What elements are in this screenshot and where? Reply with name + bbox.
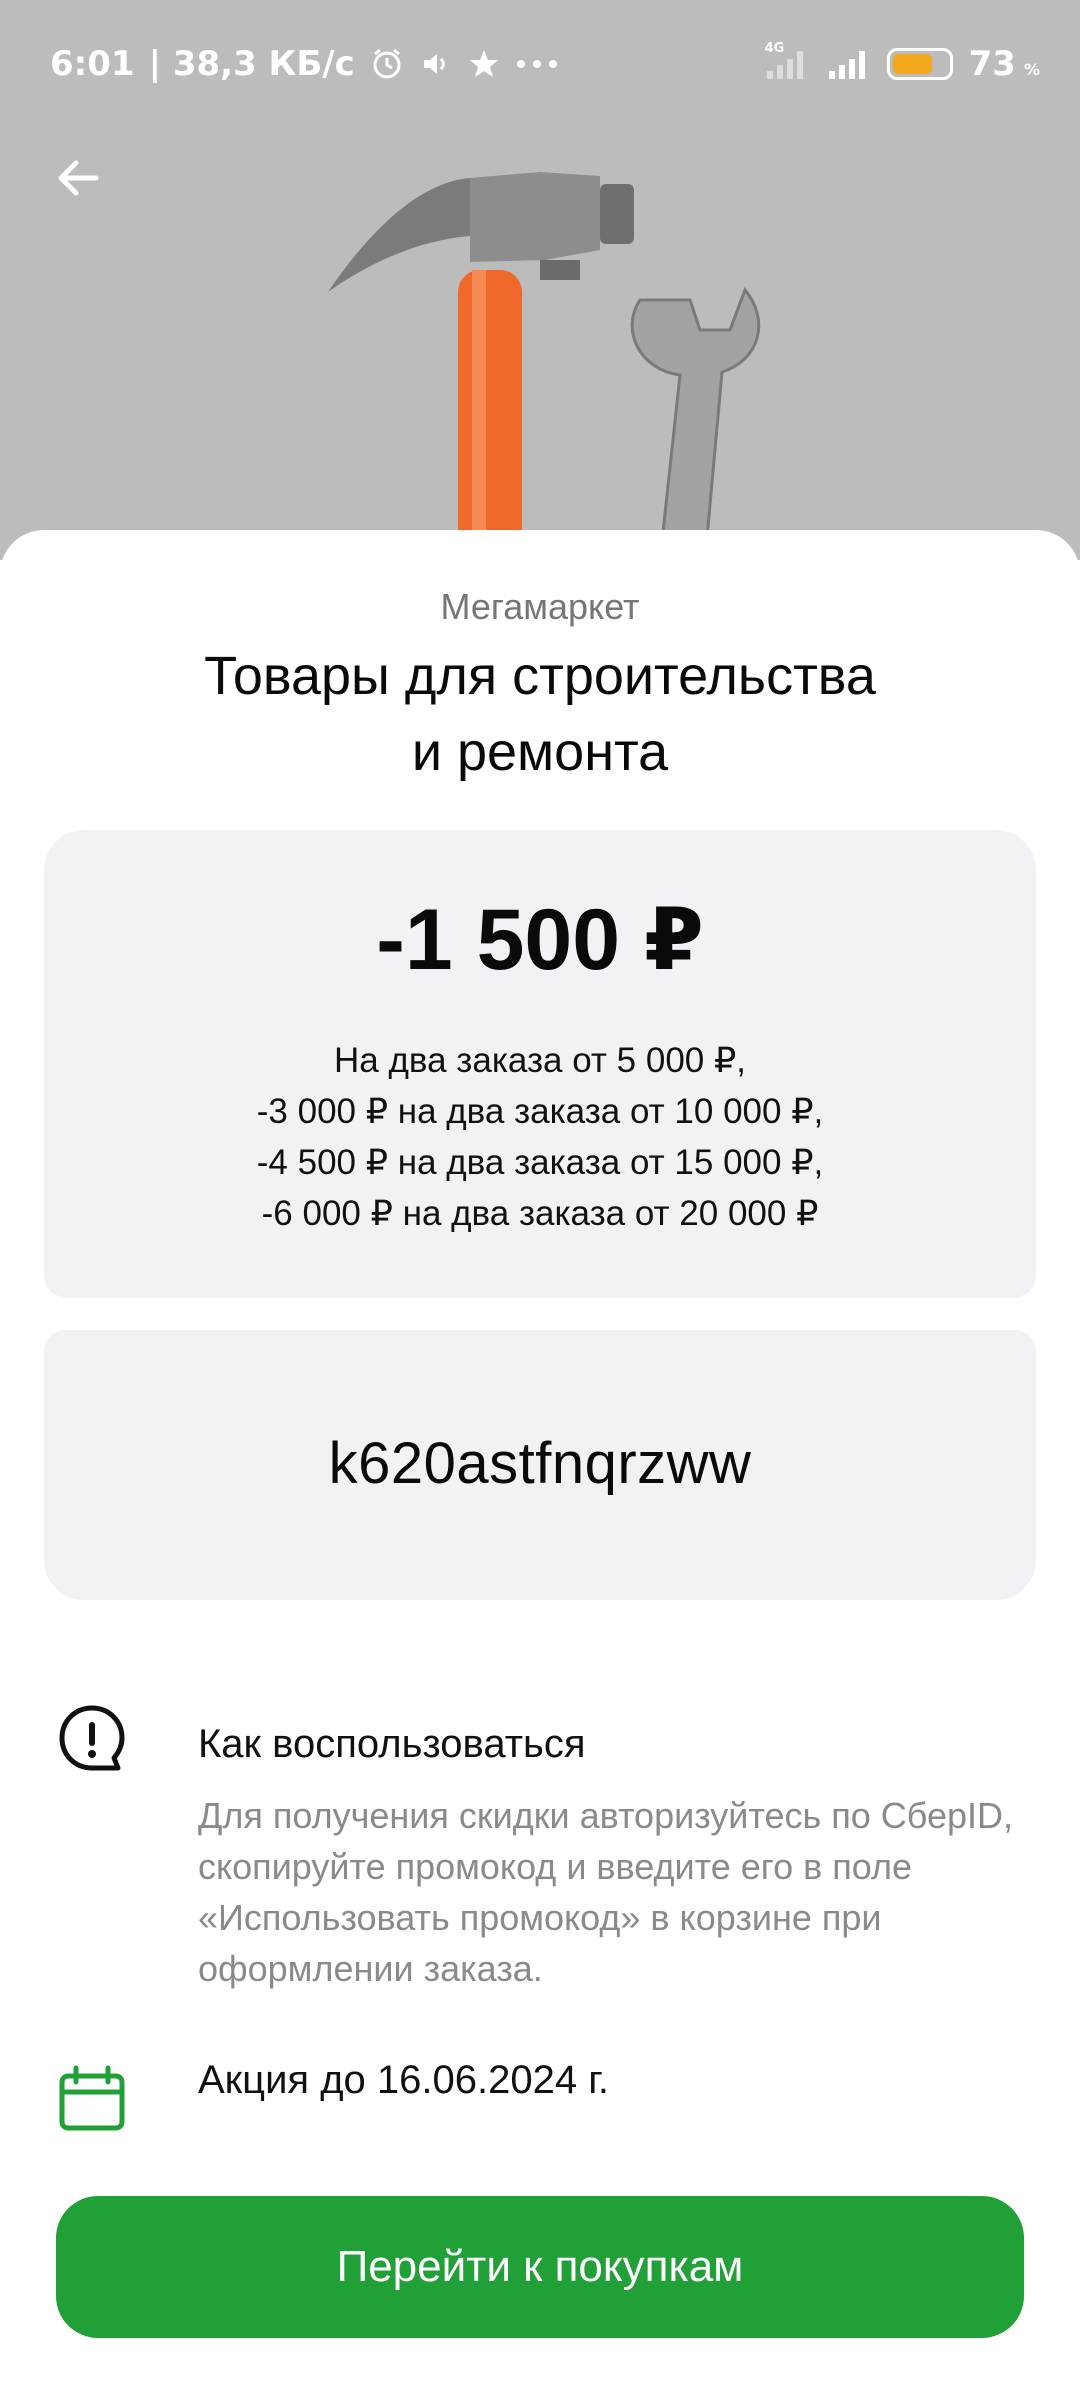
perforation-dot (329, 1300, 352, 1322)
perforation-dot (179, 1300, 202, 1322)
perforation-dot (379, 1300, 402, 1322)
perforation-dot (279, 1300, 302, 1322)
perforation-dot (130, 1300, 152, 1322)
terms-line: На два заказа от 5 000 ₽, (334, 1041, 746, 1080)
discount-terms: На два заказа от 5 000 ₽, -3 000 ₽ на дв… (44, 1035, 1036, 1239)
volume-icon (419, 47, 453, 81)
coupon-notch-right (1014, 1292, 1054, 1332)
battery-percent: 73 (968, 44, 1016, 84)
offer-title-line1: Товары для строительства (204, 646, 876, 706)
signal-icon (827, 47, 871, 81)
go-shopping-button[interactable]: Перейти к покупкам (56, 2196, 1024, 2338)
status-time: 6:01 (50, 44, 135, 84)
back-button[interactable] (50, 150, 106, 206)
terms-line: -4 500 ₽ на два заказа от 15 000 ₽, (256, 1143, 824, 1182)
battery-icon (886, 48, 953, 80)
how-to-title: Как воспользоваться (198, 1722, 586, 1766)
alarm-icon (369, 46, 405, 82)
offer-title: Товары для строительства и ремонта (90, 638, 990, 790)
perforation-dot (628, 1300, 651, 1322)
coupon-promo-code[interactable]: k620astfnqrzww (44, 1330, 1036, 1600)
calendar-icon (56, 2064, 128, 2136)
perforation-dot (578, 1300, 601, 1322)
coupon-discount: -1 500 ₽ На два заказа от 5 000 ₽, -3 00… (44, 830, 1036, 1298)
perforation-dot (429, 1300, 452, 1322)
arrow-left-icon (58, 160, 99, 196)
perforation-dot (928, 1300, 950, 1322)
star-icon (467, 47, 501, 81)
discount-amount: -1 500 ₽ (376, 892, 704, 988)
perforation-dot (529, 1300, 551, 1322)
terms-line: -3 000 ₽ на два заказа от 10 000 ₽, (256, 1092, 824, 1131)
offer-sheet: Мегамаркет Товары для строительства и ре… (0, 530, 1080, 2400)
how-to-text: Для получения скидки авторизуйтесь по Сб… (198, 1795, 1014, 1989)
signal-4g-icon: 4G (763, 41, 811, 81)
brand-name: Мегамаркет (440, 586, 640, 627)
more-icon (515, 57, 559, 71)
coupon-perforation (130, 1300, 950, 1324)
perforation-dot (828, 1300, 851, 1322)
coupon-notch-left (26, 1292, 66, 1332)
perforation-dot (728, 1300, 751, 1322)
exclamation-bubble-icon (56, 1702, 128, 1774)
perforation-dot (678, 1300, 701, 1322)
status-speed: | 38,3 КБ/с (148, 44, 355, 84)
status-bar: 6:01 | 38,3 КБ/с 4G 73 % (0, 0, 1080, 130)
perforation-dot (229, 1300, 252, 1322)
validity-title: Акция до 16.06.2024 г. (198, 2058, 610, 2102)
offer-title-line2: и ремонта (411, 722, 669, 782)
perforation-dot (878, 1300, 901, 1322)
promo-code[interactable]: k620astfnqrzww (44, 1430, 1036, 1497)
terms-line: -6 000 ₽ на два заказа от 20 000 ₽ (261, 1194, 819, 1233)
perforation-dot (479, 1300, 502, 1322)
perforation-dot (778, 1300, 801, 1322)
percent-sign: % (1023, 59, 1040, 79)
